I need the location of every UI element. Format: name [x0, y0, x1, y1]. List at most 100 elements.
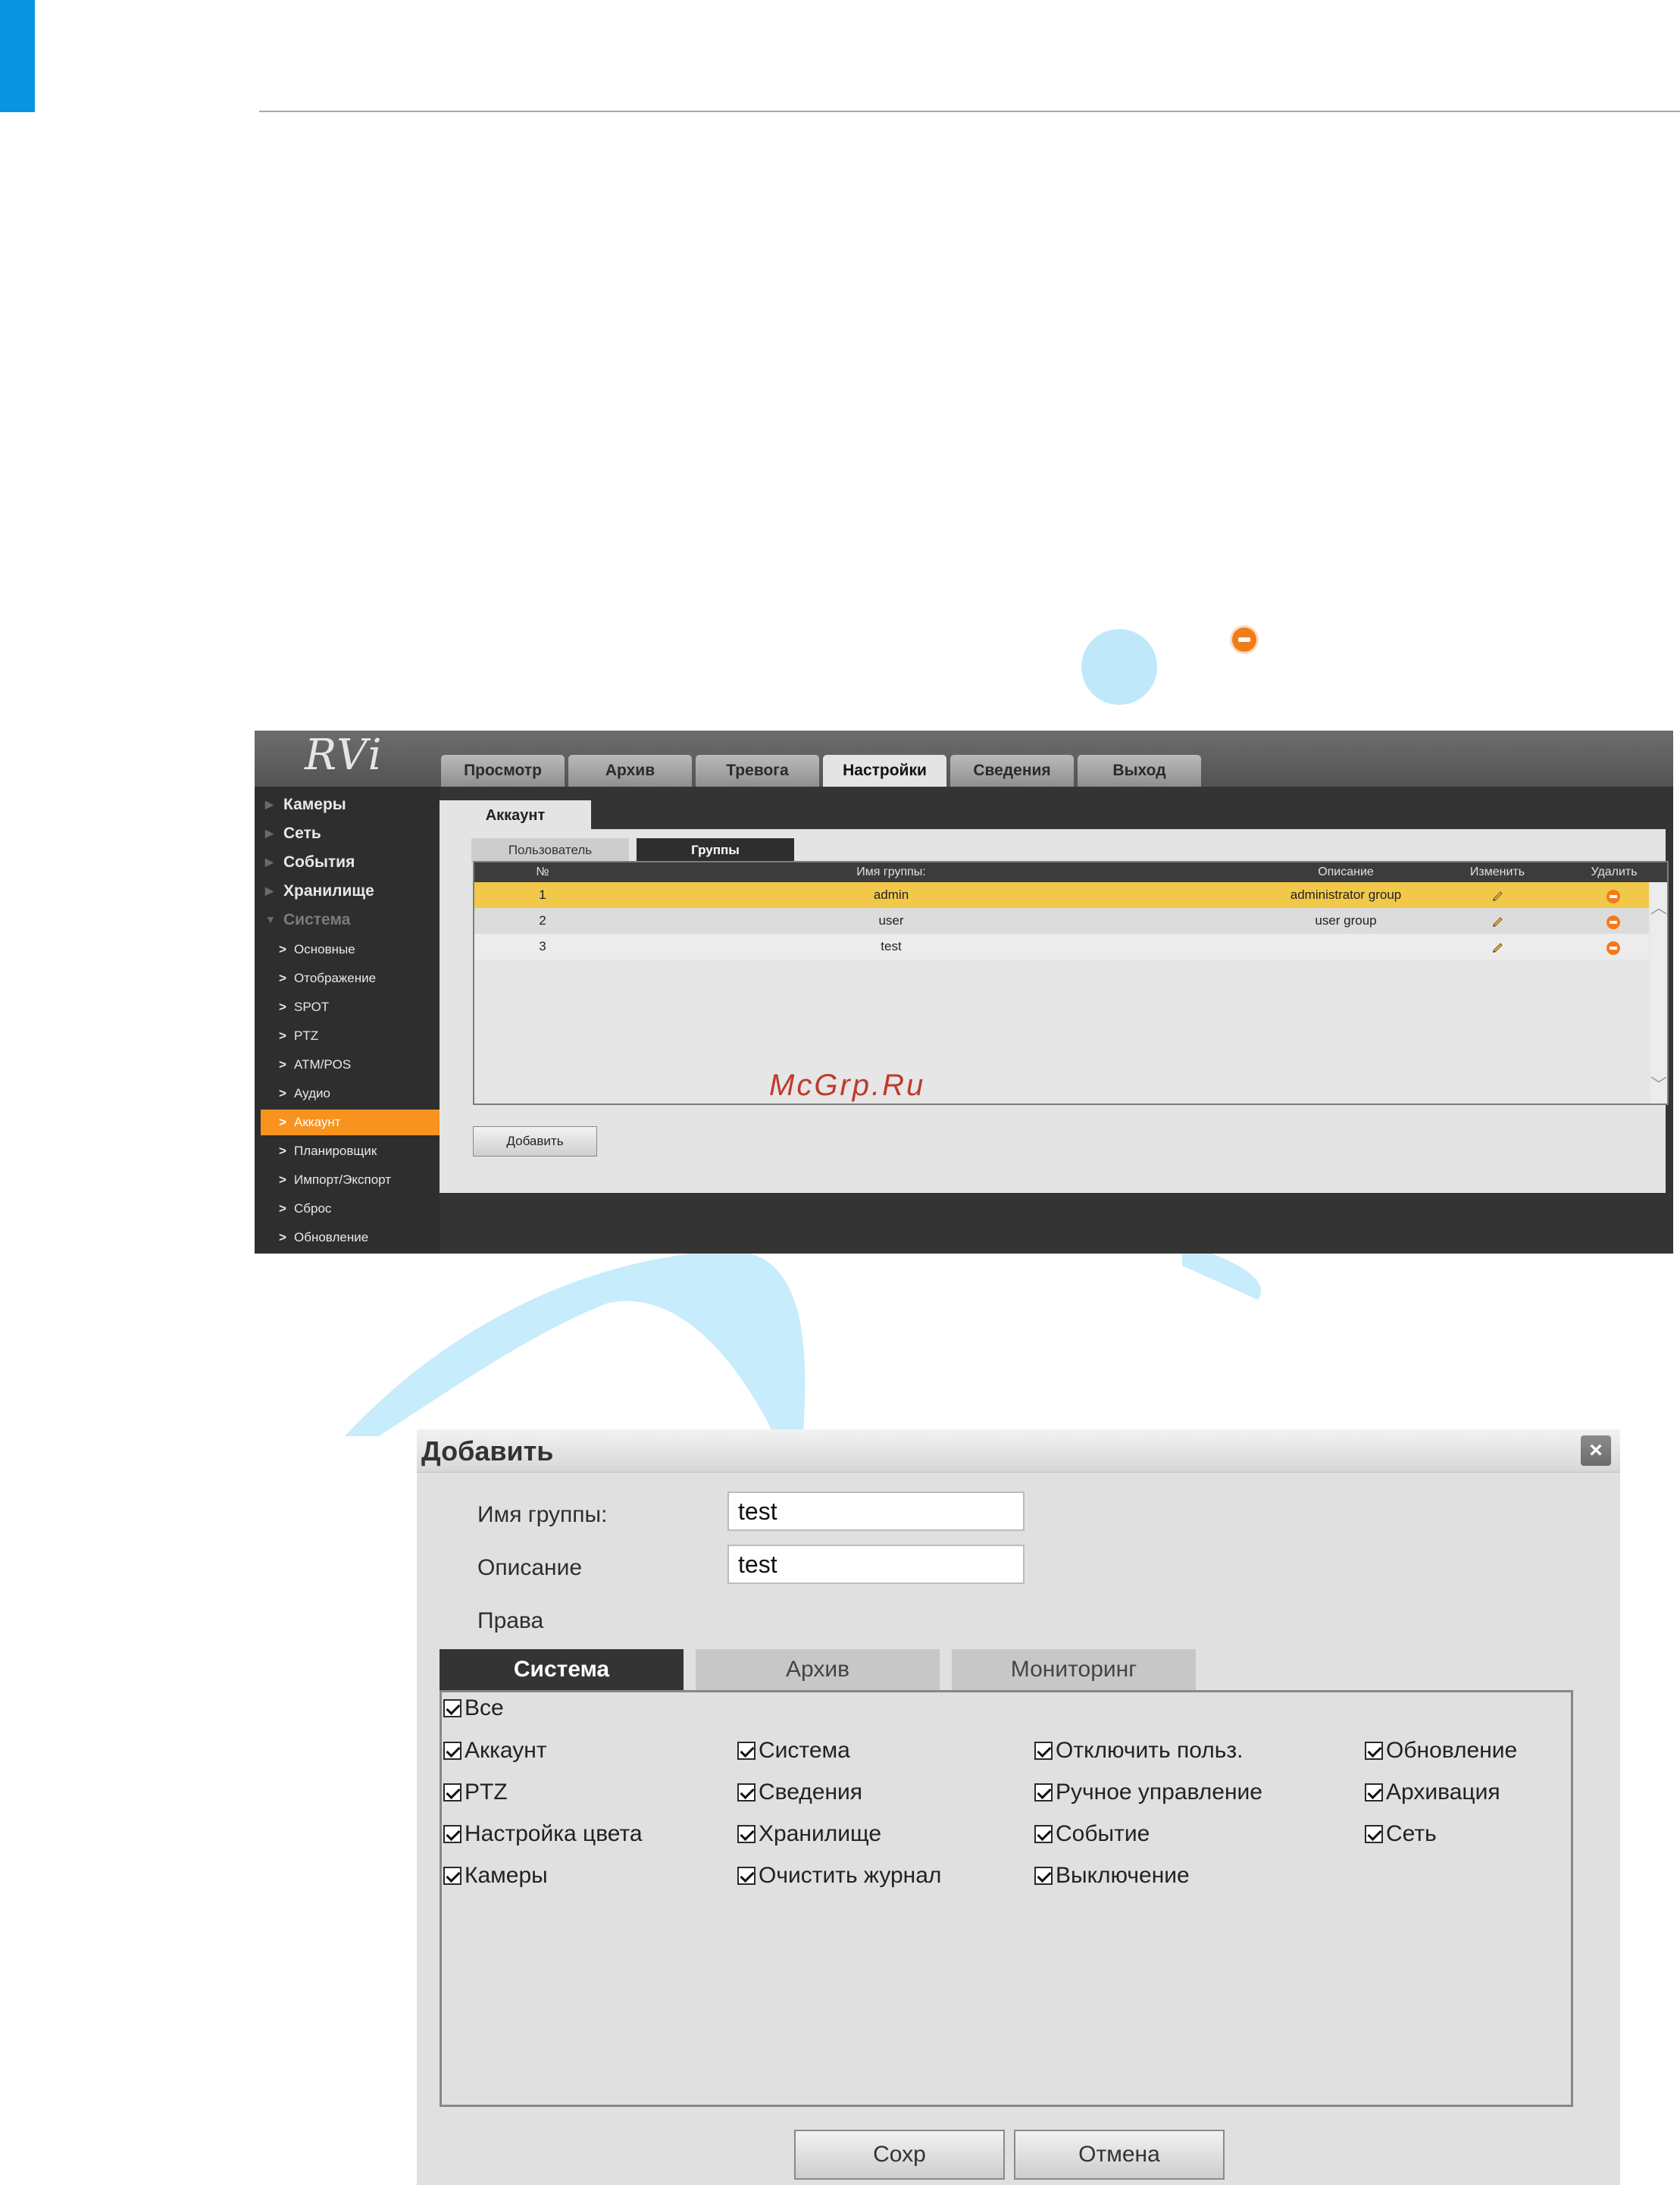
sidebar-sub-update[interactable]: > Обновление: [261, 1225, 441, 1251]
row-description: user group: [1315, 913, 1377, 928]
sidebar-item-network[interactable]: ▶ Сеть: [265, 825, 321, 843]
chevron-right-icon: >: [279, 1000, 286, 1014]
group-name-input[interactable]: test: [727, 1492, 1025, 1531]
table-row[interactable]: 1 admin administrator group: [474, 882, 1649, 908]
add-group-dialog: Добавить × Имя группы: test Описание tes…: [417, 1429, 1620, 2185]
checkbox-checked-icon[interactable]: [1365, 1783, 1383, 1802]
tab-logout[interactable]: Выход: [1078, 755, 1201, 787]
edit-pencil-icon[interactable]: [1491, 889, 1503, 901]
sidebar-sub-scheduler[interactable]: > Планировщик: [261, 1138, 441, 1164]
account-panel: Пользователь Группы № Имя группы: Описан…: [440, 829, 1669, 1193]
watermark: McGrp.Ru: [769, 1069, 926, 1102]
tab-archive-rights[interactable]: Архив: [696, 1649, 940, 1690]
tab-system-rights[interactable]: Система: [440, 1649, 684, 1690]
rights-label: Права: [477, 1608, 544, 1633]
checkbox-checked-icon[interactable]: [443, 1867, 461, 1885]
description-label: Описание: [477, 1555, 583, 1580]
description-input[interactable]: test: [727, 1545, 1025, 1584]
edit-pencil-icon[interactable]: [1491, 915, 1503, 927]
permission-item[interactable]: Обновление: [1365, 1738, 1517, 1764]
scroll-down-icon[interactable]: ﹀: [1650, 1072, 1667, 1096]
checkbox-checked-icon[interactable]: [737, 1742, 756, 1760]
chevron-right-icon: >: [279, 1086, 286, 1100]
permission-item[interactable]: Сеть: [1365, 1821, 1437, 1847]
permission-item[interactable]: Событие: [1034, 1821, 1150, 1847]
checkbox-checked-icon[interactable]: [737, 1825, 756, 1843]
permission-item[interactable]: Очистить журнал: [737, 1863, 941, 1889]
checkbox-checked-icon[interactable]: [1034, 1825, 1053, 1843]
sidebar-sub-general[interactable]: > Основные: [261, 937, 441, 963]
table-row[interactable]: 3 test: [474, 934, 1649, 959]
sidebar-sub-reset[interactable]: > Сброс: [261, 1196, 441, 1222]
table-scrollbar[interactable]: ︿ ﹀: [1650, 882, 1667, 1103]
sidebar-item-system[interactable]: ▼ Система: [265, 911, 350, 929]
sidebar-sub-account[interactable]: > Аккаунт: [261, 1110, 441, 1135]
sidebar-sub-import-export[interactable]: > Импорт/Экспорт: [261, 1167, 441, 1193]
sidebar-sub-audio[interactable]: > Аудио: [261, 1081, 441, 1107]
sidebar: ▶ Камеры ▶ Сеть ▶ События ▶ Хранилище ▼ Систе…: [255, 787, 441, 1254]
scroll-up-icon[interactable]: ︿: [1650, 894, 1667, 919]
checkbox-checked-icon[interactable]: [1365, 1742, 1383, 1760]
permission-item[interactable]: Аккаунт: [443, 1738, 547, 1764]
permission-all[interactable]: Все: [443, 1695, 504, 1721]
permission-item[interactable]: Выключение: [1034, 1863, 1190, 1889]
header-number: №: [536, 866, 549, 878]
checkbox-checked-icon[interactable]: [1365, 1825, 1383, 1843]
expand-arrow-icon: ▶: [265, 798, 274, 810]
permission-item[interactable]: Система: [737, 1738, 850, 1764]
delete-icon[interactable]: [1606, 941, 1620, 955]
tab-alarm[interactable]: Тревога: [696, 755, 819, 787]
permission-item[interactable]: Камеры: [443, 1863, 548, 1889]
delete-icon[interactable]: [1606, 916, 1620, 929]
permission-item[interactable]: Хранилище: [737, 1821, 881, 1847]
table-row[interactable]: 2 user user group: [474, 908, 1649, 934]
permission-item[interactable]: Архивация: [1365, 1780, 1500, 1805]
tab-monitoring-rights[interactable]: Мониторинг: [952, 1649, 1196, 1690]
tab-archive[interactable]: Архив: [568, 755, 692, 787]
tab-preview[interactable]: Просмотр: [441, 755, 565, 787]
sidebar-sub-ptz[interactable]: > PTZ: [261, 1023, 441, 1049]
chevron-right-icon: >: [279, 1144, 286, 1158]
checkbox-checked-icon[interactable]: [1034, 1867, 1053, 1885]
row-number: 1: [539, 887, 546, 902]
sidebar-item-storage[interactable]: ▶ Хранилище: [265, 882, 374, 900]
checkbox-checked-icon[interactable]: [1034, 1742, 1053, 1760]
save-button[interactable]: Сохр: [794, 2130, 1005, 2180]
permission-item[interactable]: Ручное управление: [1034, 1780, 1262, 1805]
dvr-settings-screenshot: RVi Просмотр Архив Тревога Настройки Све…: [255, 731, 1673, 1254]
delete-icon[interactable]: [1606, 890, 1620, 903]
permission-item[interactable]: PTZ: [443, 1780, 508, 1805]
close-icon[interactable]: ×: [1581, 1435, 1611, 1466]
checkbox-checked-icon[interactable]: [443, 1825, 461, 1843]
sidebar-sub-display[interactable]: > Отображение: [261, 966, 441, 991]
checkbox-checked-icon[interactable]: [443, 1699, 461, 1717]
permission-item[interactable]: Отключить польз.: [1034, 1738, 1243, 1764]
checkbox-checked-icon[interactable]: [737, 1867, 756, 1885]
checkbox-checked-icon[interactable]: [737, 1783, 756, 1802]
chevron-right-icon: >: [279, 1057, 286, 1072]
checkbox-checked-icon[interactable]: [443, 1742, 461, 1760]
top-menu-bar: RVi Просмотр Архив Тревога Настройки Све…: [255, 731, 1673, 787]
permission-item[interactable]: Настройка цвета: [443, 1821, 643, 1847]
subtab-groups[interactable]: Группы: [637, 838, 794, 862]
row-group-name: test: [881, 939, 902, 953]
checkbox-checked-icon[interactable]: [443, 1783, 461, 1802]
sidebar-item-events[interactable]: ▶ События: [265, 853, 355, 872]
content-area: Аккаунт Пользователь Группы № Имя группы…: [440, 787, 1673, 1254]
permission-item[interactable]: Сведения: [737, 1780, 862, 1805]
subtab-users[interactable]: Пользователь: [471, 838, 629, 862]
add-group-button[interactable]: Добавить: [473, 1126, 597, 1157]
tab-account[interactable]: Аккаунт: [440, 800, 591, 831]
edit-pencil-icon[interactable]: [1491, 941, 1503, 953]
sidebar-sub-atm-pos[interactable]: > ATM/POS: [261, 1052, 441, 1078]
dialog-header: Добавить ×: [417, 1429, 1620, 1473]
tab-settings[interactable]: Настройки: [823, 755, 946, 787]
tab-info[interactable]: Сведения: [950, 755, 1074, 787]
groups-table: № Имя группы: Описание Изменить Удалить …: [473, 861, 1669, 1105]
header-group-name: Имя группы:: [856, 866, 926, 878]
cancel-button[interactable]: Отмена: [1014, 2130, 1225, 2180]
sidebar-sub-spot[interactable]: > SPOT: [261, 994, 441, 1020]
sidebar-item-cameras[interactable]: ▶ Камеры: [265, 796, 346, 814]
checkbox-checked-icon[interactable]: [1034, 1783, 1053, 1802]
chevron-right-icon: >: [279, 1172, 286, 1187]
